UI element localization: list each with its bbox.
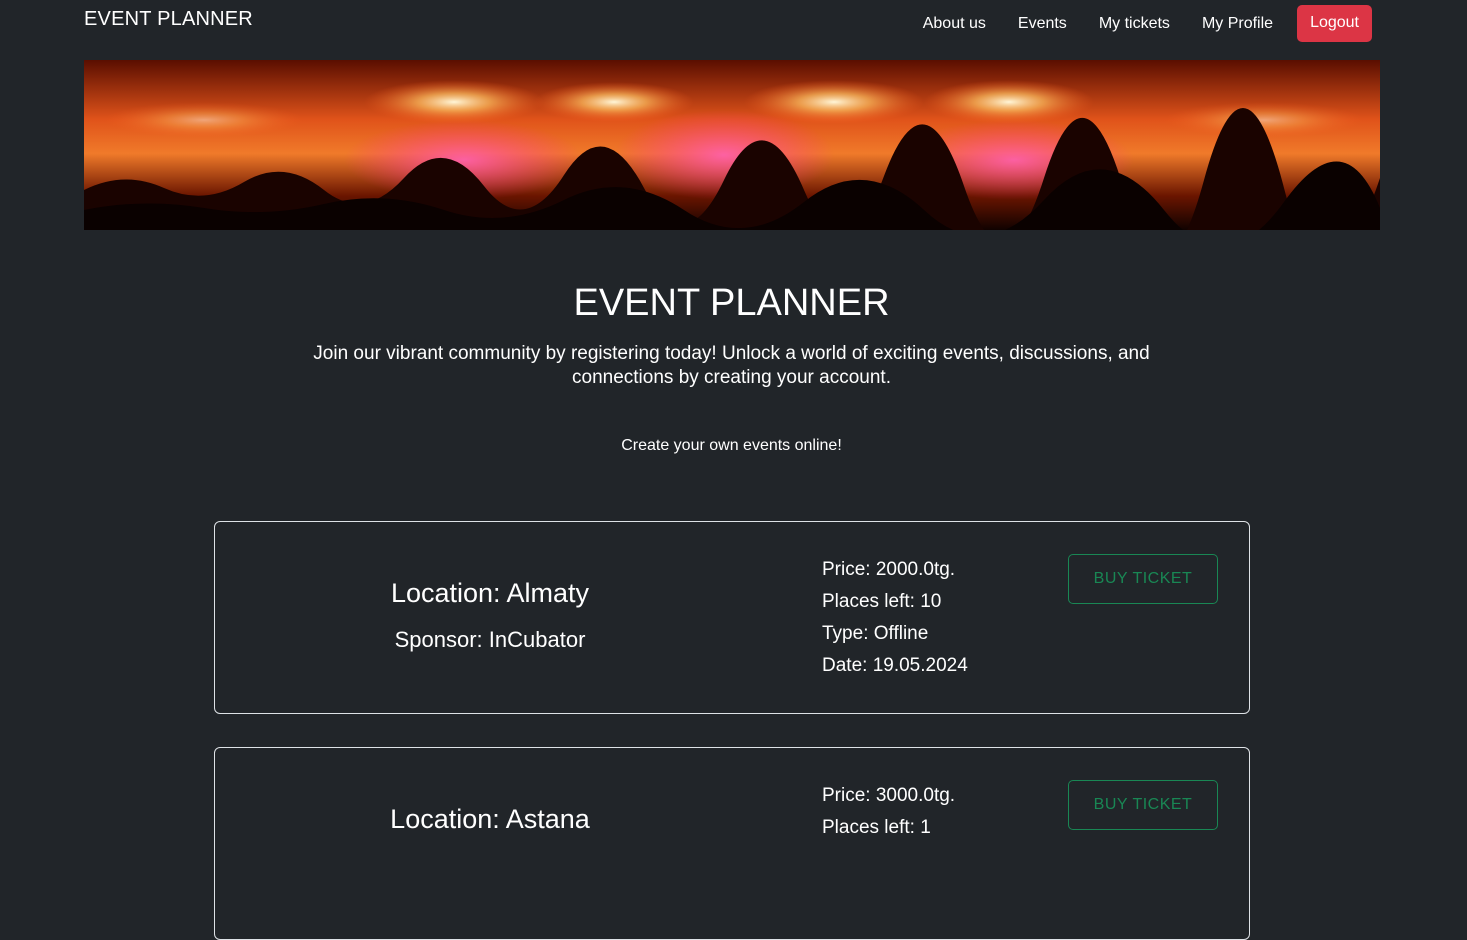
hero-description: Join our vibrant community by registerin…: [313, 343, 1150, 388]
buy-ticket-button[interactable]: BUY TICKET: [1068, 780, 1218, 830]
event-details: Price: 2000.0tg. Places left: 10 Type: O…: [822, 554, 968, 682]
hero-subtext: Create your own events online!: [621, 437, 842, 454]
nav-link-my-profile[interactable]: My Profile: [1202, 15, 1273, 33]
nav-link-events[interactable]: Events: [1018, 15, 1067, 33]
event-places-left: Places left: 10: [822, 591, 942, 612]
event-card: Location: Astana Price: 3000.0tg. Places…: [214, 747, 1250, 940]
nav-links: About us Events My tickets My Profile Lo…: [891, 4, 1372, 42]
event-location: Location: Astana: [390, 804, 590, 834]
event-type: Type: Offline: [822, 623, 929, 644]
hero-banner-image: [84, 60, 1380, 230]
event-price: Price: 3000.0tg.: [822, 785, 956, 806]
navbar: EVENT PLANNER About us Events My tickets…: [0, 0, 1467, 50]
brand-logo[interactable]: EVENT PLANNER: [84, 8, 253, 31]
event-details: Price: 3000.0tg. Places left: 1: [822, 780, 955, 844]
event-places-left: Places left: 1: [822, 817, 931, 838]
event-price: Price: 2000.0tg.: [822, 559, 956, 580]
logout-button[interactable]: Logout: [1297, 4, 1372, 42]
nav-link-about-us[interactable]: About us: [923, 15, 986, 33]
event-location: Location: Almaty: [390, 578, 590, 608]
event-sponsor: Sponsor: InCubator: [394, 627, 586, 652]
page-title: EVENT PLANNER: [573, 282, 890, 324]
nav-link-my-tickets[interactable]: My tickets: [1099, 15, 1170, 33]
event-card: Location: Almaty Sponsor: InCubator Pric…: [214, 521, 1250, 714]
event-date: Date: 19.05.2024: [822, 655, 968, 676]
buy-ticket-button[interactable]: BUY TICKET: [1068, 554, 1218, 604]
